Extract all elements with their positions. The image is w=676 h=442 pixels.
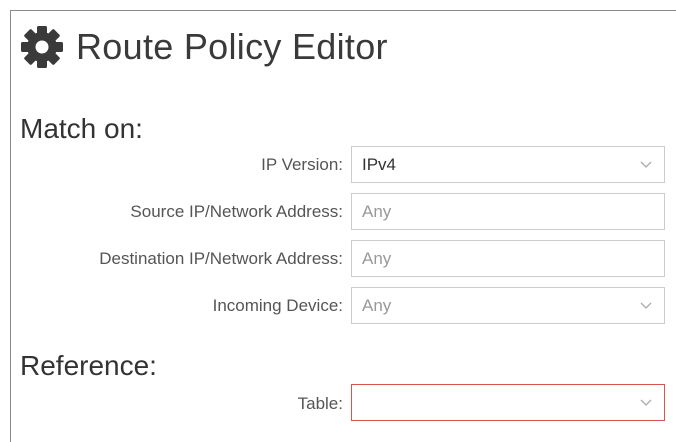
table-select[interactable] — [351, 384, 665, 421]
source-address-label: Source IP/Network Address: — [130, 202, 343, 221]
destination-address-input[interactable]: Any — [351, 240, 665, 277]
table-label: Table: — [297, 394, 343, 413]
ip-version-select[interactable]: IPv4 — [351, 146, 665, 183]
ip-version-label: IP Version: — [261, 155, 343, 174]
page-title: Route Policy Editor — [76, 26, 388, 67]
incoming-device-value: Any — [362, 295, 392, 315]
chevron-down-icon — [640, 399, 652, 406]
gear-icon — [21, 26, 63, 68]
ip-version-value: IPv4 — [362, 154, 397, 174]
match-on-heading: Match on: — [20, 113, 143, 144]
source-address-placeholder: Any — [362, 201, 392, 221]
incoming-device-select[interactable]: Any — [351, 287, 665, 324]
destination-address-placeholder: Any — [362, 248, 392, 268]
chevron-down-icon — [640, 161, 652, 168]
incoming-device-label: Incoming Device: — [212, 296, 343, 315]
reference-heading: Reference: — [20, 350, 157, 381]
chevron-down-icon — [640, 302, 652, 309]
destination-address-label: Destination IP/Network Address: — [99, 249, 343, 268]
page-title-row: Route Policy Editor — [20, 24, 388, 70]
source-address-input[interactable]: Any — [351, 193, 665, 230]
